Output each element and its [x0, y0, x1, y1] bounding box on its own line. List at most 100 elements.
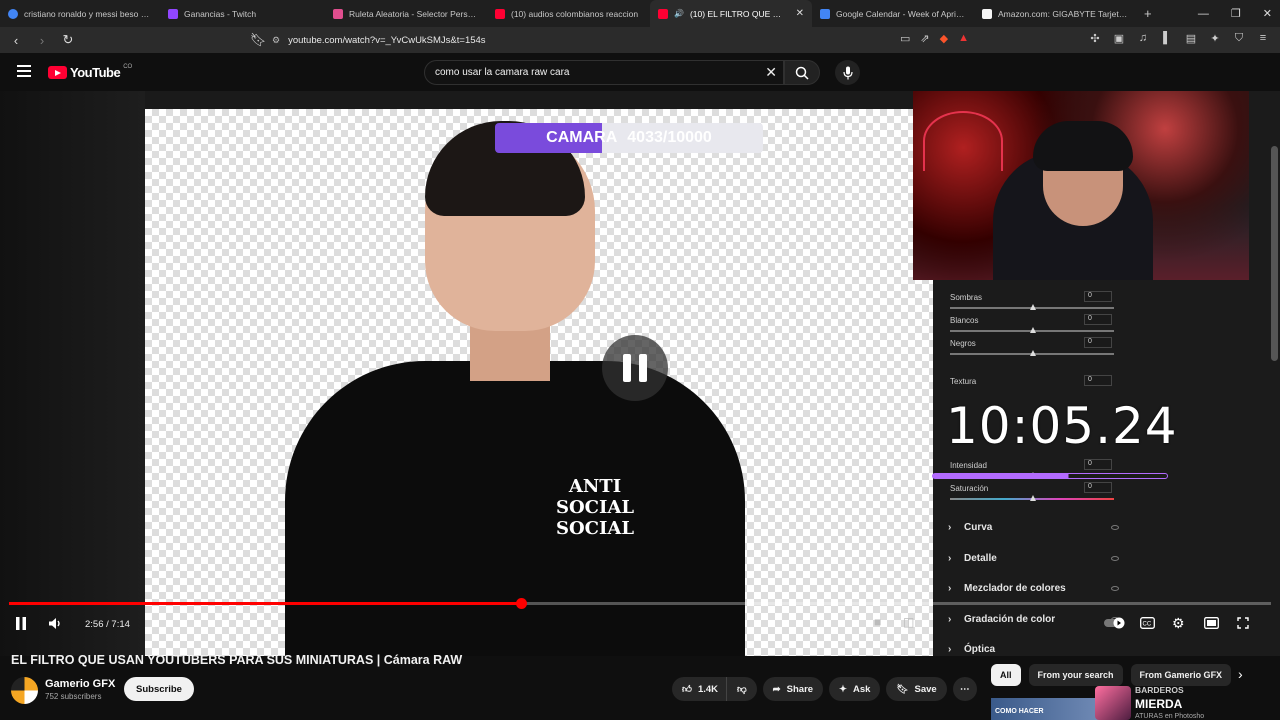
pause-bar-icon [623, 354, 631, 382]
related-video-promo[interactable]: BARDEROS MIERDA ATURAS en Photosho [1095, 683, 1225, 720]
progress-played [9, 602, 522, 605]
close-tab-icon[interactable]: ✕ [796, 8, 804, 19]
vpn-icon[interactable]: ⛉ [1232, 32, 1246, 45]
channel-row: Gamerio GFX 752 subscribers Subscribe [11, 675, 651, 705]
extensions-icon[interactable]: ✣ [1088, 32, 1102, 45]
section-curva: › Curva [948, 517, 1123, 537]
voice-search-button[interactable] [835, 60, 860, 85]
guide-menu-icon[interactable] [17, 65, 31, 77]
chevron-right-icon: › [948, 643, 952, 655]
speaker-icon: 🔊 [674, 9, 684, 18]
eye-icon [1111, 555, 1119, 561]
search-input[interactable]: como usar la camara raw cara ✕ [424, 60, 784, 85]
video-player[interactable]: ANTI SOCIAL SOCIAL CAMARA 4033/10000 Som… [0, 91, 1280, 656]
slider-textura: Textura 0 [950, 375, 1120, 386]
close-window-icon[interactable]: ✕ [1263, 7, 1272, 20]
fullscreen-button[interactable] [1237, 617, 1249, 632]
save-button[interactable]: 🔖︎ Save [886, 677, 947, 701]
cast-icon[interactable]: ▭ [900, 32, 910, 45]
more-actions-button[interactable]: ⋯ [952, 677, 977, 701]
wallet-icon[interactable]: ▤ [1184, 32, 1198, 45]
chip-all[interactable]: All [991, 664, 1021, 686]
pause-icon [16, 617, 26, 630]
minimize-icon[interactable]: — [1198, 8, 1209, 20]
autoplay-icon [1104, 617, 1125, 629]
chevron-right-icon[interactable]: › [1238, 666, 1243, 682]
clear-search-icon[interactable]: ✕ [765, 64, 777, 81]
video-progress-bar[interactable] [9, 598, 1271, 609]
search-icon [795, 66, 809, 80]
video-left-edge [0, 91, 145, 656]
calendar-icon [820, 8, 830, 19]
autoplay-toggle[interactable] [1104, 617, 1126, 632]
slider-sombras: Sombras 0 [950, 291, 1120, 310]
panel-scrollbar[interactable] [1271, 146, 1278, 361]
slider-blancos: Blancos 0 [950, 314, 1120, 333]
forward-icon[interactable]: › [32, 33, 52, 48]
channel-name[interactable]: Gamerio GFX [45, 678, 115, 690]
tab-amazon[interactable]: Amazon.com: GIGABYTE Tarjeta gráf [974, 0, 1136, 27]
subscriber-count: 752 subscribers [45, 692, 102, 701]
theater-mode-button[interactable] [1204, 617, 1219, 632]
youtube-logo[interactable]: YouTube CO [48, 64, 132, 80]
eye-icon [1111, 585, 1119, 591]
music-icon[interactable]: ♫ [1136, 32, 1150, 45]
tab-twitch[interactable]: Ganancias - Twitch [160, 0, 325, 27]
sidebar-icon[interactable]: ▌ [1160, 32, 1174, 45]
theater-icon [1204, 617, 1219, 629]
promo-thumbnail [1095, 686, 1131, 720]
google-icon [8, 8, 18, 19]
ask-button[interactable]: ✦ Ask [829, 677, 881, 701]
back-icon[interactable]: ‹ [6, 33, 26, 48]
tab-google-search[interactable]: cristiano ronaldo y messi beso - Goo [0, 0, 160, 27]
center-pause-indicator[interactable] [602, 335, 668, 401]
subscribe-button[interactable]: Subscribe [124, 677, 194, 701]
tab-google-calendar[interactable]: Google Calendar - Week of April 5, 2 [812, 0, 974, 27]
search-button[interactable] [784, 60, 820, 85]
stream-goal-counter: CAMARA 4033/10000 [495, 123, 763, 153]
like-button[interactable]: 👍︎ 1.4K [672, 677, 727, 701]
video-actions: 👍︎ 1.4K 👎︎ ➦ Share ✦ Ask 🔖︎ Save ⋯ [672, 677, 977, 701]
slider-negros: Negros 0 [950, 337, 1120, 356]
restore-icon[interactable]: ❐ [1231, 7, 1241, 20]
site-settings-icon[interactable]: ⚙︎ [272, 35, 280, 46]
miniplayer-thumb-icon[interactable]: ■ [874, 615, 881, 629]
settings-gear-icon[interactable]: ⚙︎ [1172, 615, 1185, 632]
url-field[interactable]: ⚙︎ youtube.com/watch?v=_YvCwUkSMJs&t=154… [272, 31, 992, 49]
ai-icon[interactable]: ✦ [1208, 32, 1222, 45]
share-page-icon[interactable]: ⇗ [920, 32, 929, 45]
share-icon: ➦ [772, 683, 781, 695]
bookmark-icon[interactable]: 🔖︎ [248, 32, 268, 48]
channel-avatar[interactable] [11, 677, 38, 704]
svg-text:CC: CC [1143, 622, 1152, 628]
slider-intensidad: Intensidad 0 [950, 459, 1120, 478]
masthead: YouTube CO como usar la camara raw cara … [0, 53, 1280, 91]
dislike-button[interactable]: 👎︎ [726, 677, 757, 701]
wheel-icon [333, 8, 343, 19]
microphone-icon [842, 66, 853, 79]
tab-ruleta[interactable]: Ruleta Aleatoria - Selector Personali [325, 0, 487, 27]
reload-icon[interactable]: ↻ [58, 32, 78, 48]
pause-button[interactable] [15, 617, 27, 633]
shirt-print: ANTI SOCIAL SOCIAL [555, 476, 635, 539]
brave-shield-icon[interactable]: ◆ [940, 32, 948, 45]
neon-light [923, 111, 1003, 171]
chevron-right-icon: › [948, 582, 952, 594]
new-tab-button[interactable]: + [1136, 0, 1160, 27]
tab-youtube-active[interactable]: 🔊(10) EL FILTRO QUE USAN YO✕ [650, 0, 812, 27]
browser-menu-icon[interactable]: ≡ [1256, 32, 1270, 45]
chevron-right-icon: › [948, 521, 952, 533]
bookmark-add-icon: 🔖︎ [896, 683, 909, 695]
screenshot-icon[interactable]: ▣ [1112, 32, 1126, 45]
address-bar: ‹ › ↻ 🔖︎ ⚙︎ youtube.com/watch?v=_YvCwUkS… [0, 27, 1280, 53]
rewards-icon[interactable]: ▲ [958, 32, 969, 45]
captions-button[interactable]: CC [1140, 617, 1155, 632]
volume-button[interactable] [48, 617, 62, 633]
share-button[interactable]: ➦ Share [762, 677, 824, 701]
search-query: como usar la camara raw cara [435, 67, 570, 78]
thumbs-up-icon: 👍︎ [682, 684, 692, 695]
tab-youtube-audios[interactable]: (10) audios colombianos reaccion [487, 0, 650, 27]
panel-toggle-icon[interactable]: ◫ [903, 615, 914, 629]
slider-saturacion: Saturación 0 [950, 482, 1120, 501]
fullscreen-icon [1237, 617, 1249, 629]
